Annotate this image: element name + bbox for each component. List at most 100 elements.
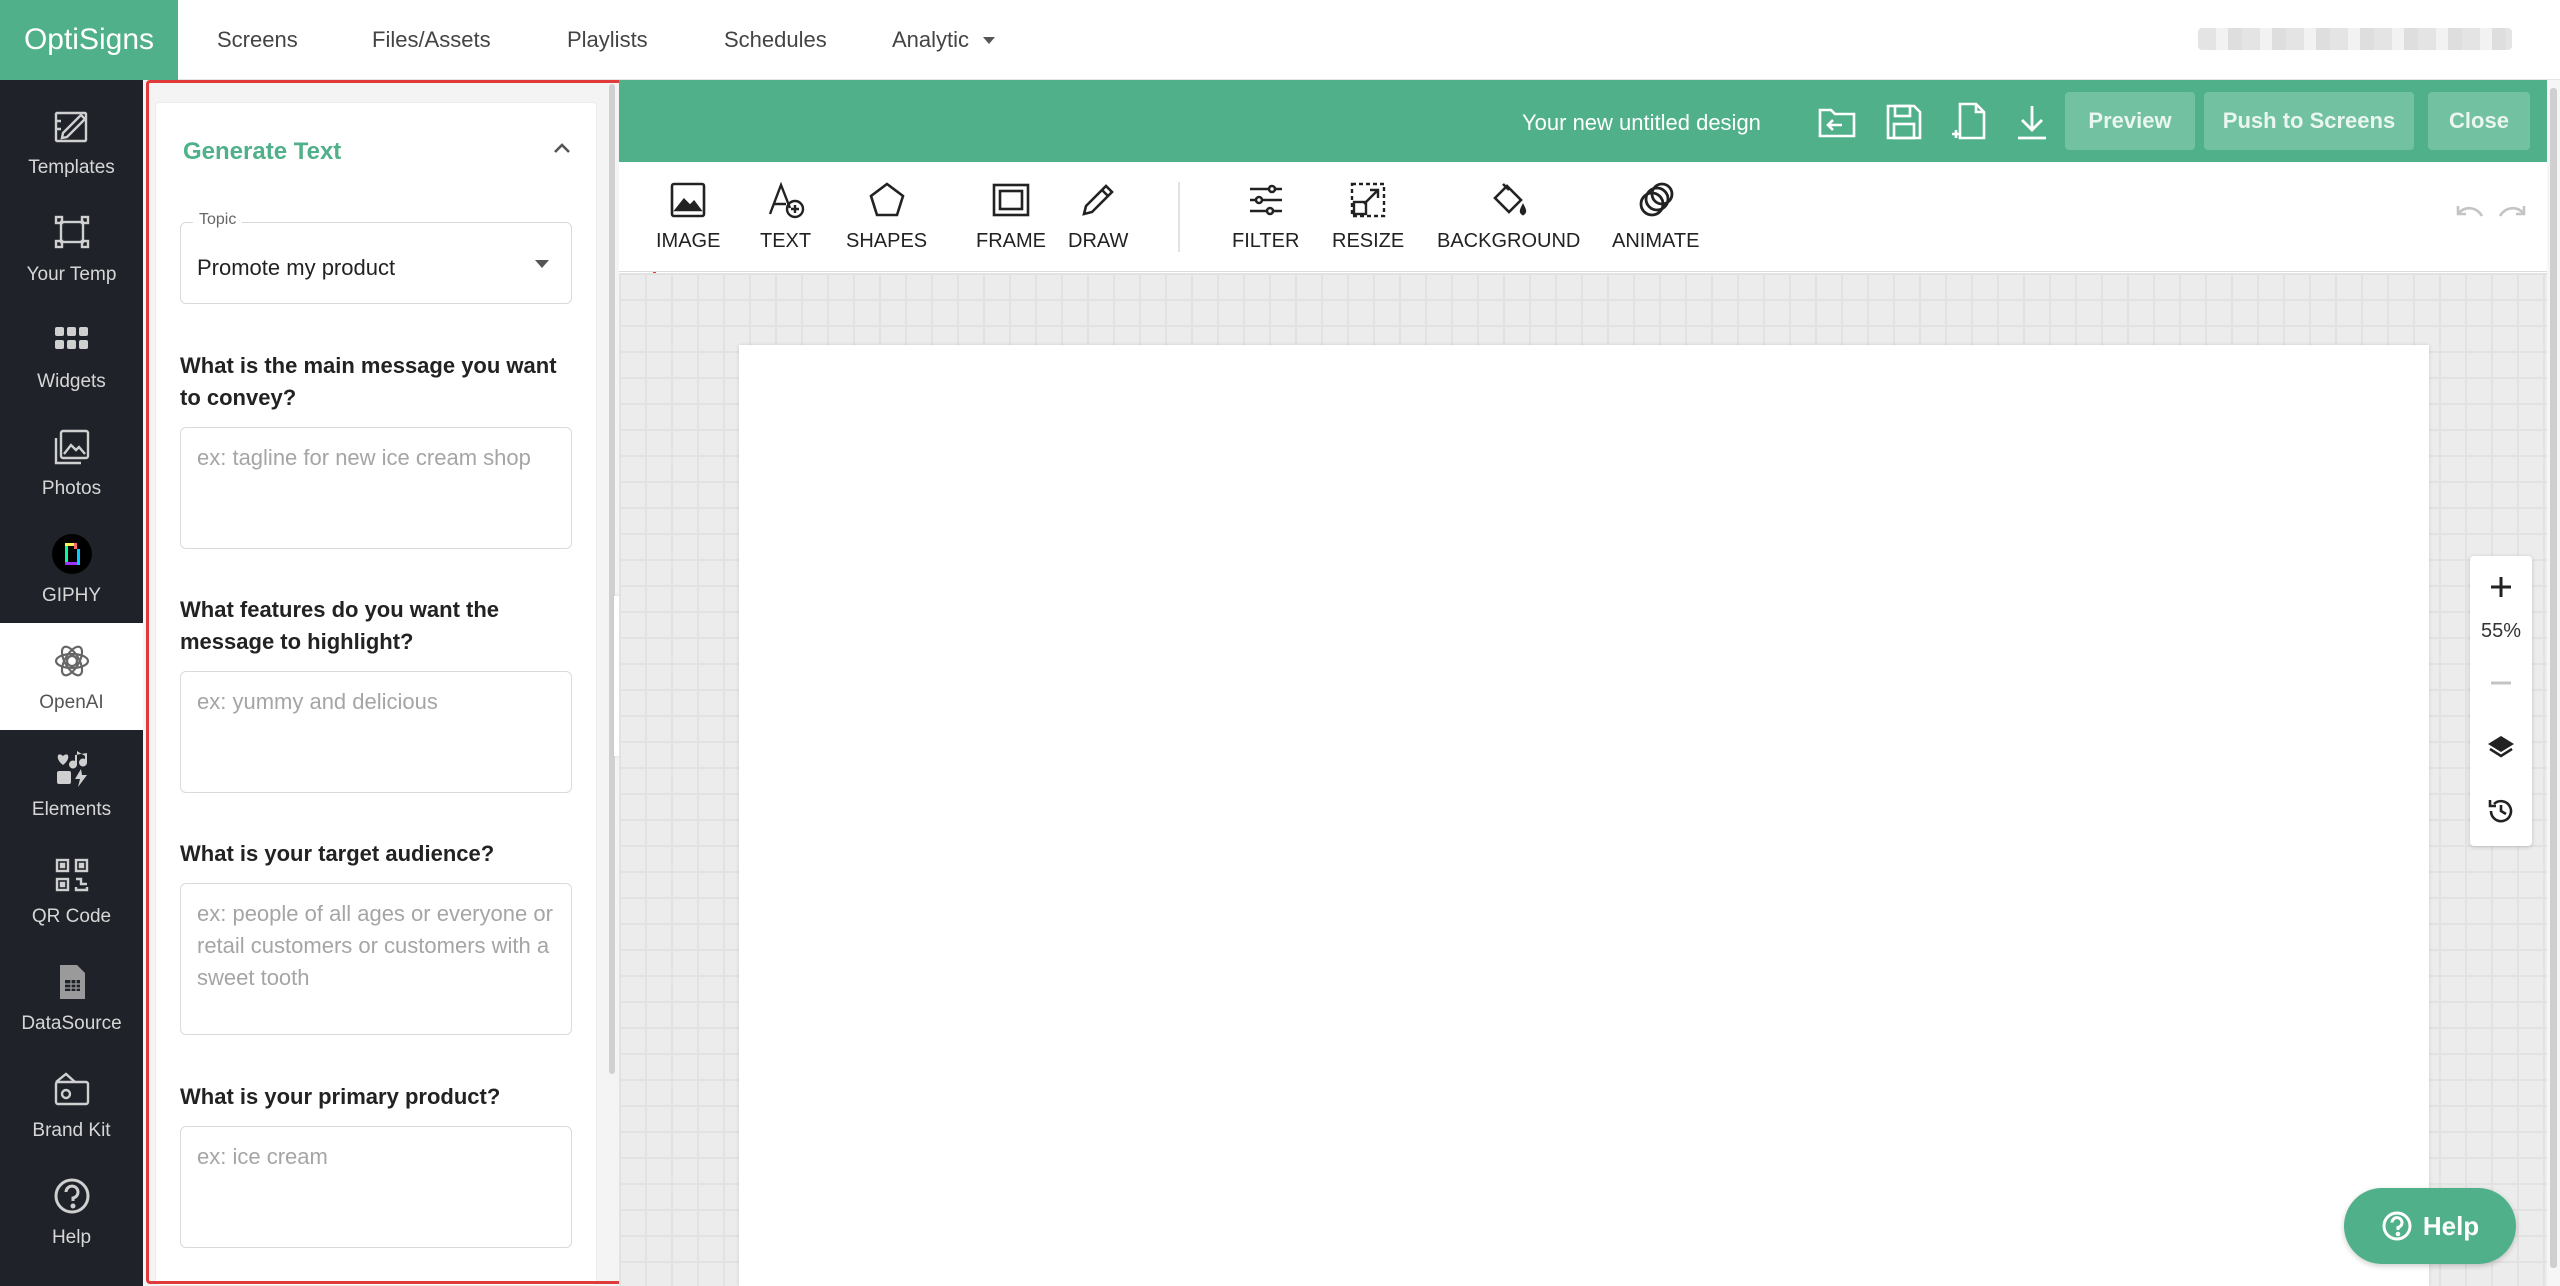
qr-code-icon [55,858,88,891]
your-templates-icon [54,215,89,248]
main-scrollbar-thumb[interactable] [2550,88,2557,1268]
sidebar-item-datasource[interactable]: DataSource [0,944,143,1051]
sidebar-label-your-templates: Your Temp [26,263,117,285]
target-audience-input[interactable] [180,883,572,1035]
sidebar-label-datasource: DataSource [21,1012,122,1034]
tool-text[interactable]: TEXT [760,180,811,253]
top-navigation: OptiSigns Screens Files/Assets Playlists… [0,0,2560,80]
sidebar-item-your-templates[interactable]: Your Temp [0,195,143,302]
tool-resize-label: RESIZE [1332,230,1405,252]
help-button-label: Help [2422,1210,2480,1241]
tool-frame-label: FRAME [976,230,1046,252]
sidebar-item-giphy[interactable]: GIPHY [0,516,143,623]
main-message-input[interactable] [180,427,572,549]
pencil-icon [1082,184,1115,216]
giphy-icon [51,533,92,574]
layers-icon[interactable] [2486,732,2516,762]
help-icon [54,1178,89,1213]
tool-filter-label: FILTER [1232,230,1300,252]
nav-files-assets[interactable]: Files/Assets [372,0,491,80]
open-folder-icon[interactable] [1816,100,1860,144]
download-icon[interactable] [2010,100,2054,144]
frame-icon [992,183,1030,217]
nav-playlists[interactable]: Playlists [567,0,648,80]
history-icon[interactable] [2486,796,2516,826]
sidebar-label-photos: Photos [41,477,102,499]
tool-animate-label: ANIMATE [1612,230,1700,252]
sidebar-label-elements: Elements [31,798,112,820]
tool-shapes[interactable]: SHAPES [846,180,927,253]
question-features: What features do you want the message to… [180,597,500,654]
sidebar-item-widgets[interactable]: Widgets [0,302,143,409]
sidebar-label-qr-code: QR Code [31,905,112,927]
new-file-icon[interactable] [1948,100,1992,144]
primary-product-input[interactable] [180,1126,572,1248]
tool-shapes-label: SHAPES [846,230,928,252]
tool-background[interactable]: BACKGROUND [1437,180,1580,253]
sidebar-item-photos[interactable]: Photos [0,409,143,516]
tool-image[interactable]: IMAGE [656,180,720,253]
tool-resize[interactable]: RESIZE [1332,180,1404,253]
tool-background-label: BACKGROUND [1437,230,1581,252]
tool-filter[interactable]: FILTER [1232,180,1299,253]
brand-kit-icon [54,1071,89,1105]
sidebar-label-giphy: GIPHY [41,584,102,606]
tool-animate[interactable]: ANIMATE [1612,180,1699,253]
close-button[interactable]: Close [2428,92,2530,150]
templates-icon [54,111,87,142]
sidebar-label-openai: OpenAI [39,691,104,713]
sidebar-label-brand-kit: Brand Kit [32,1119,111,1141]
tool-text-label: TEXT [760,230,812,252]
panel-scrollbar-thumb[interactable] [609,84,615,1074]
sidebar-item-elements[interactable]: Elements [0,730,143,837]
image-icon [670,182,706,218]
account-info-blurred[interactable] [2198,28,2512,50]
nav-schedules[interactable]: Schedules [724,0,827,80]
resize-icon [1350,182,1386,218]
sidebar-item-help[interactable]: Help [0,1158,143,1265]
zoom-out-icon[interactable] [2486,668,2516,698]
datasource-icon [59,964,85,999]
sidebar-item-openai[interactable]: OpenAI [0,623,143,730]
animate-rings-icon [1639,182,1674,217]
features-input[interactable] [180,671,572,793]
topic-value: Promote my product [197,255,396,280]
topic-label: Topic [193,211,243,229]
topic-select[interactable]: Topic Promote my product [180,211,572,304]
generate-text-title: Generate Text [183,138,342,165]
question-main-message: What is the main message you want to con… [180,353,557,410]
toolbar-separator [1178,182,1180,252]
chevron-down-icon [983,36,996,44]
zoom-in-icon[interactable] [2486,572,2516,602]
push-to-screens-button[interactable]: Push to Screens [2204,92,2414,150]
sidebar-item-qr-code[interactable]: QR Code [0,837,143,944]
redo-icon[interactable] [2496,200,2532,230]
help-chat-button[interactable]: Help [2344,1188,2516,1264]
question-primary-product: What is your primary product? [180,1084,501,1109]
tool-image-label: IMAGE [656,230,721,252]
question-circle-icon [2382,1211,2412,1241]
design-canvas-page[interactable] [739,345,2429,1286]
design-title[interactable]: Your new untitled design [1522,110,1761,136]
sliders-icon [1249,184,1282,216]
chevron-up-icon[interactable] [548,134,576,162]
tool-frame[interactable]: FRAME [976,180,1046,253]
sidebar-label-templates: Templates [28,156,115,178]
nav-analytic[interactable]: Analytic [892,0,996,80]
preview-button[interactable]: Preview [2065,92,2195,150]
widgets-icon [54,326,88,349]
nav-analytic-label: Analytic [892,27,970,52]
undo-icon[interactable] [2450,200,2486,230]
tool-draw[interactable]: DRAW [1068,180,1128,253]
optisigns-logo[interactable]: OptiSigns [0,0,178,80]
sidebar-item-brand-kit[interactable]: Brand Kit [0,1051,143,1158]
zoom-level: 55% [2480,620,2522,642]
main-scrollbar[interactable] [2547,80,2560,1286]
sidebar-label-widgets: Widgets [37,370,106,392]
nav-screens[interactable]: Screens [217,0,298,80]
sidebar-item-templates[interactable]: Templates [0,88,143,195]
zoom-controls: 55% [2470,556,2532,846]
save-icon[interactable] [1882,100,1926,144]
sidebar-label-help: Help [51,1226,92,1248]
add-text-icon [768,181,804,219]
